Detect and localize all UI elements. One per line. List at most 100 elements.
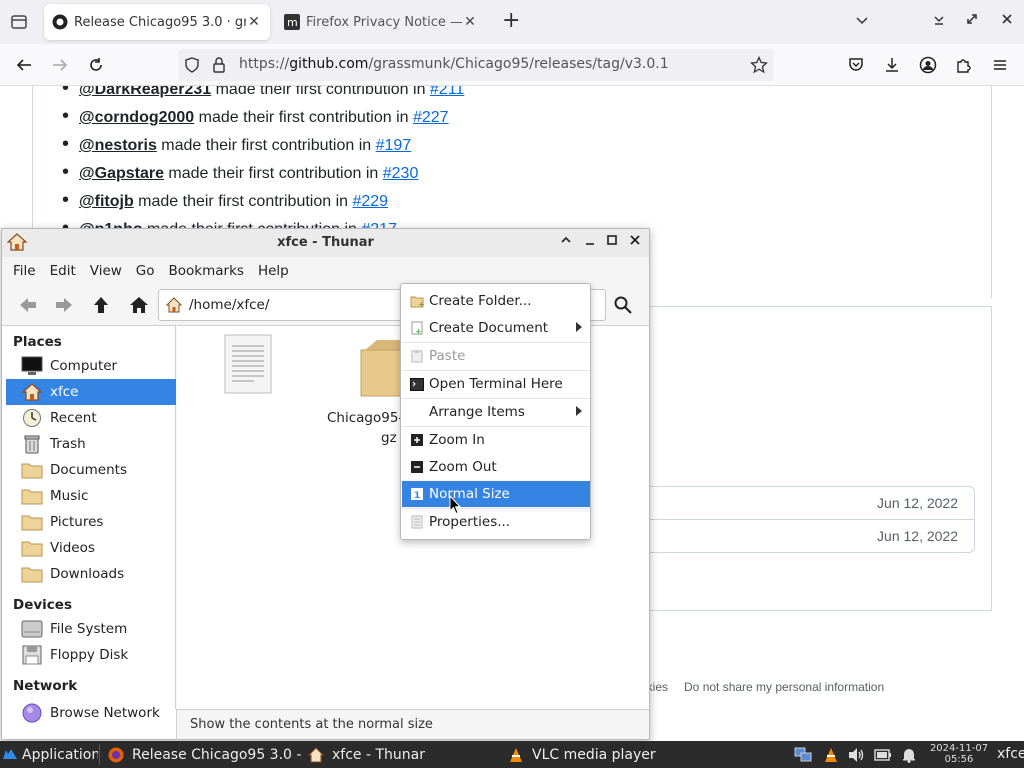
task-vlc[interactable]: VLC media player [508, 741, 708, 768]
folder-icon [21, 486, 43, 506]
volume-icon[interactable] [848, 746, 866, 764]
notification-bell-icon[interactable] [900, 746, 918, 764]
menu-go[interactable]: Go [129, 263, 162, 279]
sidebar-item-computer[interactable]: Computer [6, 353, 176, 379]
file-item[interactable] [224, 334, 272, 394]
folder-icon [21, 538, 43, 558]
zoom-normal-icon: 1 [410, 487, 424, 501]
close-window-icon[interactable] [1000, 12, 1014, 30]
url-bar[interactable]: https://github.com/grassmunk/Chicago95/r… [178, 49, 774, 81]
svg-text:+: + [415, 327, 422, 335]
minimize-icon[interactable] [582, 234, 598, 250]
sidebar-item-downloads[interactable]: Downloads [6, 561, 176, 587]
user-link[interactable]: @Gapstare [79, 165, 164, 182]
close-tab-icon[interactable]: ✕ [462, 14, 478, 30]
vlc-icon [508, 747, 524, 763]
shield-icon[interactable] [184, 57, 200, 77]
pr-link[interactable]: #230 [383, 165, 419, 182]
battery-icon[interactable] [874, 746, 892, 764]
window-title: xfce - Thunar [277, 235, 374, 250]
user-link[interactable]: @fitojb [79, 193, 134, 210]
network-heading: Network [13, 678, 78, 694]
sidebar-item-floppy-disk[interactable]: Floppy Disk [6, 642, 176, 668]
search-icon[interactable] [611, 293, 635, 317]
lock-icon[interactable] [212, 57, 226, 77]
tab-firefox-privacy[interactable]: m Firefox Privacy Notice — M ✕ [276, 4, 486, 40]
hamburger-menu-icon[interactable] [989, 54, 1011, 76]
chevron-down-icon[interactable] [854, 12, 870, 32]
menu-file[interactable]: File [6, 263, 43, 279]
asset-row[interactable]: Jun 12, 2022 [641, 520, 974, 553]
shade-icon[interactable] [558, 234, 574, 250]
user-menu[interactable]: xfce [997, 746, 1024, 762]
account-icon[interactable] [917, 54, 939, 76]
bookmark-star-icon[interactable] [749, 55, 769, 78]
menu-bookmarks[interactable]: Bookmarks [162, 263, 251, 279]
list-item: @nestoris made their first contribution … [62, 130, 464, 158]
window-titlebar[interactable]: xfce - Thunar [2, 229, 649, 257]
pr-link[interactable]: #197 [376, 137, 412, 154]
vlc-tray-icon[interactable] [822, 746, 840, 764]
do-not-share-link[interactable]: Do not share my personal information [684, 680, 884, 694]
svg-text:+: + [418, 300, 424, 308]
task-thunar[interactable]: xfce - Thunar [308, 741, 498, 768]
menu-item-properties[interactable]: Properties... [402, 509, 590, 535]
menu-item-normal-size[interactable]: 1 Normal Size [402, 481, 590, 507]
pr-link[interactable]: #227 [413, 109, 449, 126]
minimize-icon[interactable] [932, 12, 946, 30]
pr-link[interactable]: #229 [352, 193, 388, 210]
sidebar-item-browse-network[interactable]: Browse Network [6, 700, 176, 726]
menu-item-arrange-items[interactable]: Arrange Items [402, 399, 590, 425]
forward-icon[interactable] [52, 293, 76, 317]
new-tab-button[interactable]: + [502, 10, 520, 32]
maximize-icon[interactable] [604, 234, 620, 250]
forward-icon[interactable] [49, 54, 71, 76]
applications-menu-button[interactable]: Applications [2, 741, 98, 768]
sidebar-item-videos[interactable]: Videos [6, 535, 176, 561]
assets-list: Jun 12, 2022 Jun 12, 2022 [640, 486, 975, 553]
menu-item-create-folder[interactable]: + Create Folder... [402, 288, 590, 314]
menu-view[interactable]: View [83, 263, 129, 279]
sidebar-item-recent[interactable]: Recent [6, 405, 176, 431]
asset-row[interactable]: Jun 12, 2022 [641, 487, 974, 520]
menu-item-open-terminal[interactable]: Open Terminal Here [402, 371, 590, 397]
restore-icon[interactable] [965, 12, 979, 30]
menu-item-paste[interactable]: Paste [402, 343, 590, 369]
user-link[interactable]: @DarkReaper231 [79, 86, 211, 98]
menu-item-create-document[interactable]: + Create Document [402, 315, 590, 341]
close-tab-icon[interactable]: ✕ [246, 14, 262, 30]
task-firefox[interactable]: Release Chicago95 3.0 - g... [108, 741, 302, 768]
pr-link[interactable]: #211 [430, 86, 464, 98]
asset-date: Jun 12, 2022 [877, 495, 958, 511]
sidebar-item-pictures[interactable]: Pictures [6, 509, 176, 535]
clock[interactable]: 2024-11-07 05:56 [928, 743, 990, 765]
menu-item-zoom-in[interactable]: Zoom In [402, 427, 590, 453]
recent-clock-icon [21, 408, 43, 428]
sidebar-item-trash[interactable]: Trash [6, 431, 176, 457]
menu-help[interactable]: Help [251, 263, 296, 279]
home-icon[interactable] [127, 293, 151, 317]
pocket-icon[interactable] [845, 54, 867, 76]
zoom-in-icon [410, 433, 424, 447]
status-bar: Show the contents at the normal size [177, 709, 649, 739]
extensions-icon[interactable] [953, 54, 975, 76]
menu-item-zoom-out[interactable]: Zoom Out [402, 454, 590, 480]
downloads-icon[interactable] [881, 54, 903, 76]
user-link[interactable]: @corndog2000 [79, 109, 194, 126]
network-manager-icon[interactable] [794, 746, 812, 764]
user-link[interactable]: @nestoris [79, 137, 157, 154]
menu-edit[interactable]: Edit [43, 263, 83, 279]
sidebar-item-music[interactable]: Music [6, 483, 176, 509]
up-icon[interactable] [89, 293, 113, 317]
svg-text:m: m [287, 16, 298, 29]
reload-icon[interactable] [85, 54, 107, 76]
sidebar-item-file-system[interactable]: File System [6, 616, 176, 642]
sidebar-item-xfce[interactable]: xfce [6, 379, 176, 405]
tab-list-icon[interactable] [8, 11, 30, 33]
back-icon[interactable] [16, 293, 40, 317]
close-icon[interactable] [627, 234, 643, 250]
tab-github-release[interactable]: Release Chicago95 3.0 · gr ✕ [44, 4, 270, 40]
firefox-icon [108, 747, 124, 763]
back-icon[interactable] [13, 54, 35, 76]
sidebar-item-documents[interactable]: Documents [6, 457, 176, 483]
